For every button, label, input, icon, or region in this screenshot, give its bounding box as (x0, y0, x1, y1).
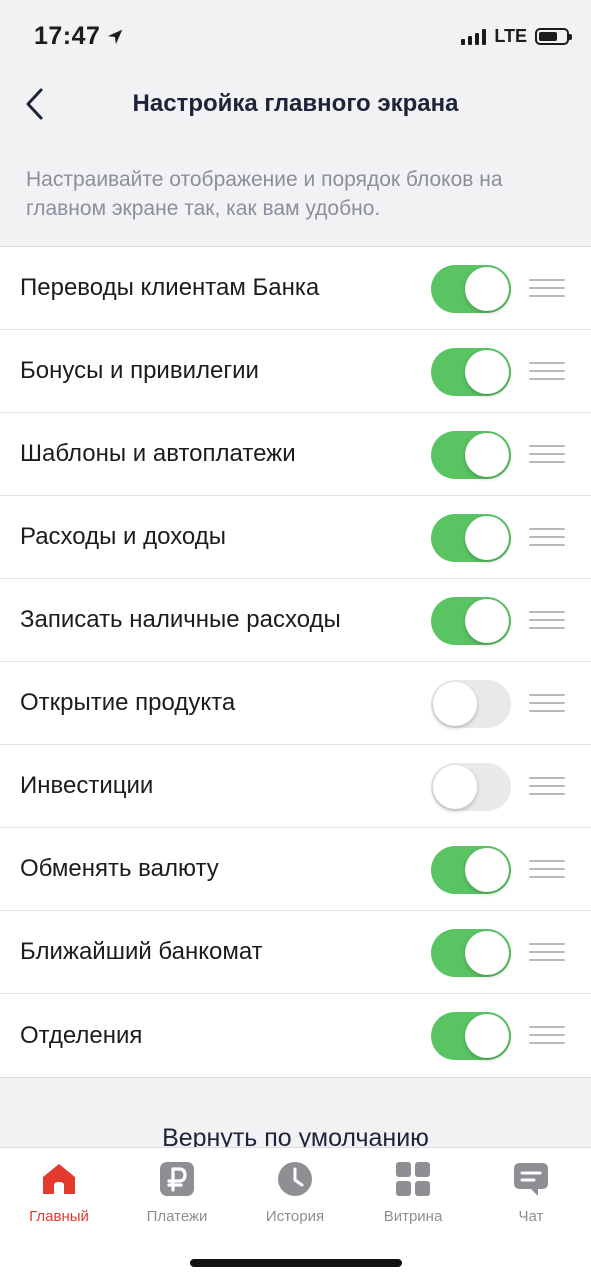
block-row: Отделения (0, 994, 591, 1077)
block-label: Отделения (20, 1021, 143, 1049)
tab-chat[interactable]: Чат (472, 1160, 590, 1232)
nav-header: Настройка главного экрана (0, 72, 591, 142)
blocks-list: Переводы клиентам Банка Бонусы и привилег… (0, 246, 591, 1078)
location-arrow-icon (108, 29, 123, 44)
block-label: Расходы и доходы (20, 523, 226, 550)
status-indicators: LTE (461, 26, 572, 47)
chat-icon (514, 1163, 548, 1196)
battery-icon (535, 28, 572, 45)
block-label: Ближайший банкомат (20, 938, 263, 965)
block-row: Расходы и доходы (0, 496, 591, 579)
grid-icon (396, 1162, 430, 1196)
toggle-knob (465, 599, 509, 643)
block-toggle[interactable] (431, 846, 511, 894)
drag-handle-icon[interactable] (529, 941, 565, 963)
drag-handle-icon[interactable] (529, 692, 565, 714)
drag-handle-icon[interactable] (529, 277, 565, 299)
block-row: Бонусы и привилегии (0, 330, 591, 413)
tab-showcase[interactable]: Витрина (354, 1160, 472, 1232)
block-label: Инвестиции (20, 772, 154, 799)
status-time: 17:47 (34, 22, 124, 51)
toggle-knob (465, 433, 509, 477)
block-label: Бонусы и привилегии (20, 357, 259, 384)
home-icon (43, 1164, 75, 1194)
tab-label: Витрина (383, 1208, 443, 1225)
block-row: Переводы клиентам Банка (0, 247, 591, 330)
tab-label: История (265, 1208, 325, 1225)
block-toggle[interactable] (431, 680, 511, 728)
block-row: Шаблоны и автоплатежи (0, 413, 591, 496)
block-label: Записать наличные расходы (20, 606, 341, 633)
drag-handle-icon[interactable] (529, 526, 565, 548)
status-bar: 17:47 LTE (0, 0, 591, 72)
home-indicator (190, 1259, 402, 1267)
ruble-icon (160, 1162, 194, 1196)
block-label: Обменять валюту (20, 855, 219, 882)
tab-history[interactable]: История (236, 1160, 354, 1232)
toggle-knob (433, 765, 477, 809)
tab-label: Платежи (146, 1208, 208, 1225)
tab-payments[interactable]: Платежи (118, 1160, 236, 1232)
block-row: Записать наличные расходы (0, 579, 591, 662)
block-toggle[interactable] (431, 431, 511, 479)
signal-icon (461, 28, 487, 45)
toggle-knob (465, 350, 509, 394)
block-label: Шаблоны и автоплатежи (20, 440, 296, 467)
block-toggle[interactable] (431, 929, 511, 977)
block-toggle[interactable] (431, 597, 511, 645)
block-toggle[interactable] (431, 763, 511, 811)
drag-handle-icon[interactable] (529, 1024, 565, 1046)
drag-handle-icon[interactable] (529, 609, 565, 631)
clock-icon (278, 1162, 312, 1196)
block-toggle[interactable] (431, 514, 511, 562)
toggle-knob (465, 1014, 509, 1058)
block-row: Открытие продукта (0, 662, 591, 745)
block-toggle[interactable] (431, 1012, 511, 1060)
toggle-knob (465, 848, 509, 892)
block-toggle[interactable] (431, 265, 511, 313)
description-text: Настраивайте отображение и порядок блоко… (26, 168, 503, 220)
block-toggle[interactable] (431, 348, 511, 396)
tab-label: Главный (29, 1208, 89, 1225)
network-label: LTE (494, 26, 527, 46)
drag-handle-icon[interactable] (529, 858, 565, 880)
block-label: Открытие продукта (20, 689, 236, 716)
tab-home[interactable]: Главный (0, 1160, 118, 1232)
toggle-knob (465, 267, 509, 311)
toggle-knob (465, 516, 509, 560)
drag-handle-icon[interactable] (529, 360, 565, 382)
block-row: Ближайший банкомат (0, 911, 591, 994)
page-title: Настройка главного экрана (132, 90, 459, 117)
drag-handle-icon[interactable] (529, 775, 565, 797)
block-label: Переводы клиентам Банка (20, 274, 320, 301)
toggle-knob (433, 682, 477, 726)
drag-handle-icon[interactable] (529, 443, 565, 465)
block-row: Обменять валюту (0, 828, 591, 911)
status-time-text: 17:47 (34, 22, 101, 50)
tab-label: Чат (518, 1208, 544, 1225)
toggle-knob (465, 931, 509, 975)
block-row: Инвестиции (0, 745, 591, 828)
